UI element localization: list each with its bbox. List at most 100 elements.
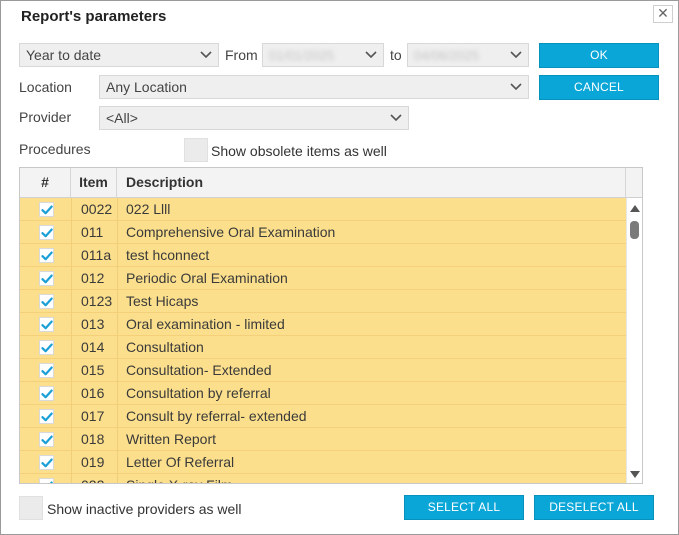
grid-header: # Item Description [20, 168, 642, 198]
checkmark-icon [49, 481, 53, 483]
from-label: From [225, 47, 258, 63]
item-code-cell: 019 [81, 454, 105, 470]
row-checkbox[interactable] [39, 455, 54, 470]
row-checkbox[interactable] [39, 248, 54, 263]
description-cell: Consult by referral- extended [126, 408, 307, 424]
procedures-grid: # Item Description 0022 022 Llll 011 Compre… [19, 167, 643, 484]
item-code-cell: 015 [81, 362, 105, 378]
from-date-value: 01/01/2025 [269, 48, 335, 63]
item-code-cell: 012 [81, 270, 105, 286]
dialog-title: Report's parameters [21, 8, 167, 25]
checkmark-icon [41, 366, 53, 376]
checkmark-icon [41, 274, 53, 284]
item-code-cell: 0022 [81, 201, 113, 217]
checkmark-icon [41, 412, 53, 422]
to-date-value: 04/06/2025 [414, 48, 480, 63]
description-cell: 022 Llll [126, 201, 171, 217]
table-row[interactable]: 016 Consultation by referral [20, 382, 626, 405]
table-row[interactable]: 012 Periodic Oral Examination [20, 267, 626, 290]
description-cell: Consultation [126, 339, 204, 355]
vertical-scrollbar[interactable] [626, 198, 642, 483]
checkmark-icon [41, 251, 53, 261]
description-cell: test hconnect [126, 247, 210, 263]
provider-select[interactable]: <All> [99, 106, 409, 130]
period-select[interactable]: Year to date [19, 43, 219, 67]
table-row[interactable]: 017 Consult by referral- extended [20, 405, 626, 428]
table-row[interactable]: 019 Letter Of Referral [20, 451, 626, 474]
chevron-down-icon [510, 51, 522, 59]
item-code-cell: 013 [81, 316, 105, 332]
description-cell: Letter Of Referral [126, 454, 235, 470]
chevron-down-icon [200, 51, 212, 59]
row-checkbox[interactable] [39, 432, 54, 447]
to-date-select[interactable]: 04/06/2025 [407, 43, 529, 67]
location-select-value: Any Location [106, 79, 187, 95]
item-code-cell: 0123 [81, 293, 113, 309]
table-row[interactable]: 015 Consultation- Extended [20, 359, 626, 382]
description-cell: Comprehensive Oral Examination [126, 224, 336, 240]
table-row[interactable]: 022 Single X-ray Film [20, 474, 626, 483]
scroll-up-arrow-icon[interactable] [630, 205, 640, 212]
show-obsolete-label: Show obsolete items as well [211, 143, 387, 159]
table-row[interactable]: 014 Consultation [20, 336, 626, 359]
period-select-value: Year to date [26, 47, 101, 63]
row-checkbox[interactable] [39, 271, 54, 286]
checkmark-icon [41, 435, 53, 445]
checkmark-icon [41, 343, 53, 353]
deselect-all-button[interactable]: DESELECT ALL [534, 495, 654, 520]
description-cell: Consultation- Extended [126, 362, 272, 378]
row-checkbox[interactable] [39, 340, 54, 355]
grid-body: 0022 022 Llll 011 Comprehensive Oral Examin… [20, 198, 626, 483]
select-all-button[interactable]: SELECT ALL [404, 495, 524, 520]
close-button[interactable]: ✕ [653, 5, 673, 23]
row-checkbox[interactable] [39, 202, 54, 217]
description-cell: Oral examination - limited [126, 316, 285, 332]
report-parameters-dialog: Report's parameters ✕ Year to date From … [0, 0, 679, 535]
item-code-cell: 017 [81, 408, 105, 424]
description-cell: Periodic Oral Examination [126, 270, 288, 286]
chevron-down-icon [510, 83, 522, 91]
table-row[interactable]: 011a test hconnect [20, 244, 626, 267]
location-label: Location [19, 79, 72, 95]
scroll-down-arrow-icon[interactable] [630, 471, 640, 478]
row-checkbox[interactable] [39, 409, 54, 424]
close-icon: ✕ [657, 5, 669, 21]
column-header-item[interactable]: Item [71, 168, 117, 198]
location-select[interactable]: Any Location [99, 75, 529, 99]
row-checkbox[interactable] [39, 317, 54, 332]
show-obsolete-checkbox[interactable] [184, 138, 208, 162]
row-checkbox[interactable] [39, 386, 54, 401]
table-row[interactable]: 013 Oral examination - limited [20, 313, 626, 336]
table-row[interactable]: 018 Written Report [20, 428, 626, 451]
column-header-description[interactable]: Description [117, 168, 626, 198]
table-row[interactable]: 0022 022 Llll [20, 198, 626, 221]
row-checkbox[interactable] [39, 294, 54, 309]
checkmark-icon [41, 389, 53, 399]
description-cell: Written Report [126, 431, 216, 447]
scrollbar-thumb[interactable] [630, 221, 639, 239]
description-cell: Consultation by referral [126, 385, 271, 401]
procedures-label: Procedures [19, 141, 91, 157]
item-code-cell: 016 [81, 385, 105, 401]
table-row[interactable]: 0123 Test Hicaps [20, 290, 626, 313]
row-checkbox[interactable] [39, 478, 54, 483]
column-header-number[interactable]: # [20, 168, 71, 198]
checkmark-icon [41, 205, 53, 215]
item-code-cell: 018 [81, 431, 105, 447]
show-inactive-providers-checkbox[interactable] [19, 496, 43, 520]
item-code-cell: 014 [81, 339, 105, 355]
chevron-down-icon [365, 51, 377, 59]
table-row[interactable]: 011 Comprehensive Oral Examination [20, 221, 626, 244]
ok-button[interactable]: OK [539, 43, 659, 68]
to-label: to [390, 47, 402, 63]
provider-label: Provider [19, 109, 72, 125]
provider-select-value: <All> [106, 110, 138, 126]
column-divider [71, 198, 72, 483]
item-code-cell: 011a [81, 247, 112, 263]
show-inactive-providers-label: Show inactive providers as well [47, 501, 242, 517]
from-date-select[interactable]: 01/01/2025 [262, 43, 384, 67]
row-checkbox[interactable] [39, 225, 54, 240]
row-checkbox[interactable] [39, 363, 54, 378]
column-divider [117, 198, 118, 483]
cancel-button[interactable]: CANCEL [539, 75, 659, 100]
